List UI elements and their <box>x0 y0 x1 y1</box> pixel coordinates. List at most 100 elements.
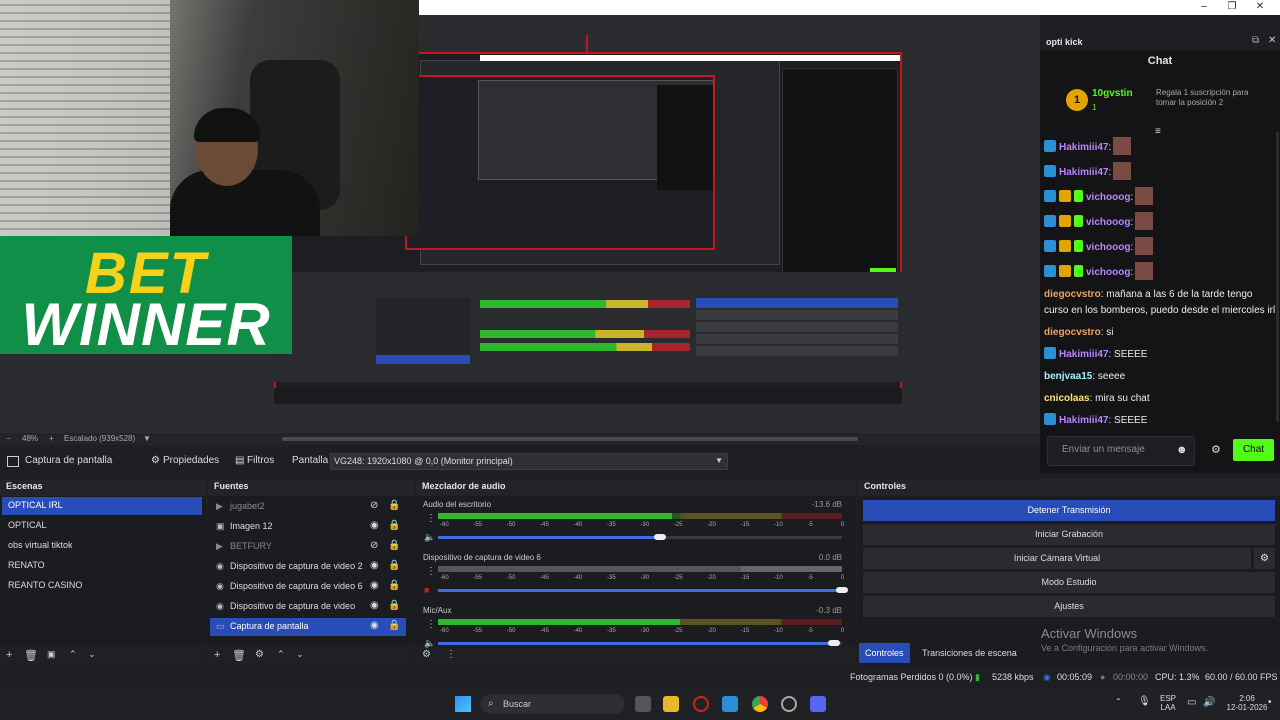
windows-start-icon[interactable] <box>455 696 471 712</box>
file-explorer-icon[interactable] <box>663 696 679 712</box>
eye-icon[interactable]: ◉ <box>370 580 379 591</box>
notification-icon[interactable]: • <box>1268 697 1272 708</box>
volume-icon[interactable]: ■ <box>424 585 429 595</box>
volume-slider-knob[interactable] <box>836 587 848 593</box>
transform-handle-top[interactable] <box>586 35 588 53</box>
lock-icon[interactable]: 🔒 <box>388 560 400 571</box>
task-view-icon[interactable] <box>635 696 651 712</box>
source-item[interactable]: ▭ Captura de pantalla ◉ 🔒 <box>210 618 406 636</box>
lock-icon[interactable]: 🔒 <box>388 520 400 531</box>
chat-username[interactable]: cnicolaas <box>1044 393 1090 404</box>
eye-icon[interactable]: ◉ <box>370 520 379 531</box>
properties-button[interactable]: Propiedades <box>163 455 219 466</box>
close-dock-icon[interactable]: ✕ <box>1268 35 1276 46</box>
eye-hidden-icon[interactable]: ⊘ <box>370 500 378 511</box>
filter-icon[interactable]: ▤ <box>235 455 244 466</box>
chevron-up-icon[interactable]: ⌃ <box>69 649 77 660</box>
chat-username[interactable]: Hakimiii47 <box>1059 142 1108 153</box>
chat-username[interactable]: diegocvstro <box>1044 289 1101 300</box>
scene-item[interactable]: obs virtual tiktok <box>2 537 202 555</box>
chat-username[interactable]: Hakimiii47 <box>1059 415 1108 426</box>
chat-scrollbar[interactable] <box>1276 132 1279 422</box>
scene-item[interactable]: OPTICAL <box>2 517 202 535</box>
chevron-down-icon[interactable]: ▼ <box>143 434 151 443</box>
add-scene-icon[interactable]: + <box>6 649 12 661</box>
chat-username[interactable]: vichooog <box>1086 192 1130 203</box>
gear-icon[interactable]: ⚙ <box>1211 443 1221 456</box>
float-dock-icon[interactable]: ⧉ <box>1252 35 1259 46</box>
chat-input[interactable]: Enviar un mensaje ☻ <box>1047 436 1195 466</box>
volume-slider-knob[interactable] <box>654 534 666 540</box>
chat-username[interactable]: vichooog <box>1086 267 1130 278</box>
more-options-icon[interactable]: ⋮ <box>426 513 436 524</box>
eye-icon[interactable]: ◉ <box>370 560 379 571</box>
mic-icon[interactable]: 🎙 <box>1138 696 1151 707</box>
obs-icon[interactable] <box>781 696 797 712</box>
chat-username[interactable]: benjvaa15 <box>1044 371 1092 382</box>
mixer-settings-icon[interactable]: ⚙ <box>422 649 431 660</box>
chat-username[interactable]: Hakimiii47 <box>1059 167 1108 178</box>
source-item[interactable]: ▶ BETFURY ⊘ 🔒 <box>210 538 406 556</box>
chat-username[interactable]: vichooog <box>1086 217 1130 228</box>
lock-icon[interactable]: 🔒 <box>388 580 400 591</box>
tab-controls[interactable]: Controles <box>859 643 910 663</box>
chrome-icon[interactable] <box>752 696 768 712</box>
volume-icon[interactable]: 🔈 <box>424 638 435 649</box>
source-item[interactable]: ◉ Dispositivo de captura de video ◉ 🔒 <box>210 598 406 616</box>
studio-mode-button[interactable]: Modo Estudio <box>863 572 1275 593</box>
start-virtual-camera-button[interactable]: Iniciar Cámara Virtual <box>863 548 1251 569</box>
source-item[interactable]: ▶ jugabet2 ⊘ 🔒 <box>210 498 406 516</box>
scene-item[interactable]: REANTO CASINO <box>2 577 202 595</box>
scene-item[interactable]: OPTICAL IRL <box>2 497 202 515</box>
eye-icon[interactable]: ◉ <box>370 620 379 631</box>
language-indicator[interactable]: ESP LAA <box>1157 694 1179 712</box>
zoom-out-button[interactable]: − <box>6 434 11 443</box>
app-icon[interactable] <box>722 696 738 712</box>
source-item[interactable]: ▣ Imagen 12 ◉ 🔒 <box>210 518 406 536</box>
tab-scene-transitions[interactable]: Transiciones de escena <box>916 643 1023 663</box>
filter-icon[interactable]: ▣ <box>47 649 56 660</box>
scene-item[interactable]: RENATO <box>2 557 202 575</box>
volume-icon[interactable]: 🔈 <box>424 532 435 543</box>
minimize-button[interactable]: – <box>1190 0 1218 15</box>
trash-icon[interactable]: 🗑 <box>24 649 38 662</box>
gear-icon[interactable]: ⚙ <box>255 649 264 660</box>
filters-button[interactable]: Filtros <box>247 455 274 466</box>
trash-icon[interactable]: 🗑 <box>232 649 246 662</box>
volume-slider-knob[interactable] <box>828 640 840 646</box>
chevron-up-icon[interactable]: ⌃ <box>277 649 285 660</box>
lock-icon[interactable]: 🔒 <box>388 540 400 551</box>
volume-icon[interactable]: 🔊 <box>1203 697 1215 708</box>
settings-button[interactable]: Ajustes <box>863 596 1275 617</box>
close-button[interactable]: ✕ <box>1246 0 1274 15</box>
zoom-in-button[interactable]: + <box>49 434 54 443</box>
source-item[interactable]: ◉ Dispositivo de captura de video 2 ◉ 🔒 <box>210 558 406 576</box>
chevron-down-icon[interactable]: ⌄ <box>296 649 304 660</box>
chevron-up-icon[interactable]: ⌃ <box>1115 697 1122 706</box>
discord-icon[interactable] <box>810 696 826 712</box>
stop-stream-button[interactable]: Detener Transmisión <box>863 500 1275 521</box>
chevron-down-icon[interactable]: ⌄ <box>88 649 96 660</box>
opera-icon[interactable] <box>693 696 709 712</box>
taskbar-search[interactable]: ⌕ Buscar <box>481 694 625 714</box>
maximize-button[interactable]: ❐ <box>1218 0 1246 15</box>
more-options-icon[interactable]: ⋮ <box>426 619 436 630</box>
source-item[interactable]: ◉ Dispositivo de captura de video 6 ◉ 🔒 <box>210 578 406 596</box>
lock-icon[interactable]: 🔒 <box>388 620 400 631</box>
more-options-icon[interactable]: ⋮ <box>446 649 456 660</box>
chat-username[interactable]: vichooog <box>1086 242 1130 253</box>
network-icon[interactable]: ▭ <box>1187 697 1196 708</box>
preview-scrollbar[interactable] <box>282 437 858 441</box>
lock-icon[interactable]: 🔒 <box>388 500 400 511</box>
emoji-icon[interactable]: ☻ <box>1176 444 1188 456</box>
lock-icon[interactable]: 🔒 <box>388 600 400 611</box>
chat-send-button[interactable]: Chat <box>1233 439 1274 461</box>
gear-icon[interactable]: ⚙ <box>1254 548 1275 569</box>
eye-hidden-icon[interactable]: ⊘ <box>370 540 378 551</box>
add-source-icon[interactable]: + <box>214 649 220 661</box>
gear-icon[interactable]: ⚙ <box>151 455 160 466</box>
chat-username[interactable]: Hakimiii47 <box>1059 349 1108 360</box>
screen-select[interactable]: VG248: 1920x1080 @ 0,0 (Monitor principa… <box>330 453 728 470</box>
start-recording-button[interactable]: Iniciar Grabación <box>863 524 1275 545</box>
more-options-icon[interactable]: ⋮ <box>426 566 436 577</box>
